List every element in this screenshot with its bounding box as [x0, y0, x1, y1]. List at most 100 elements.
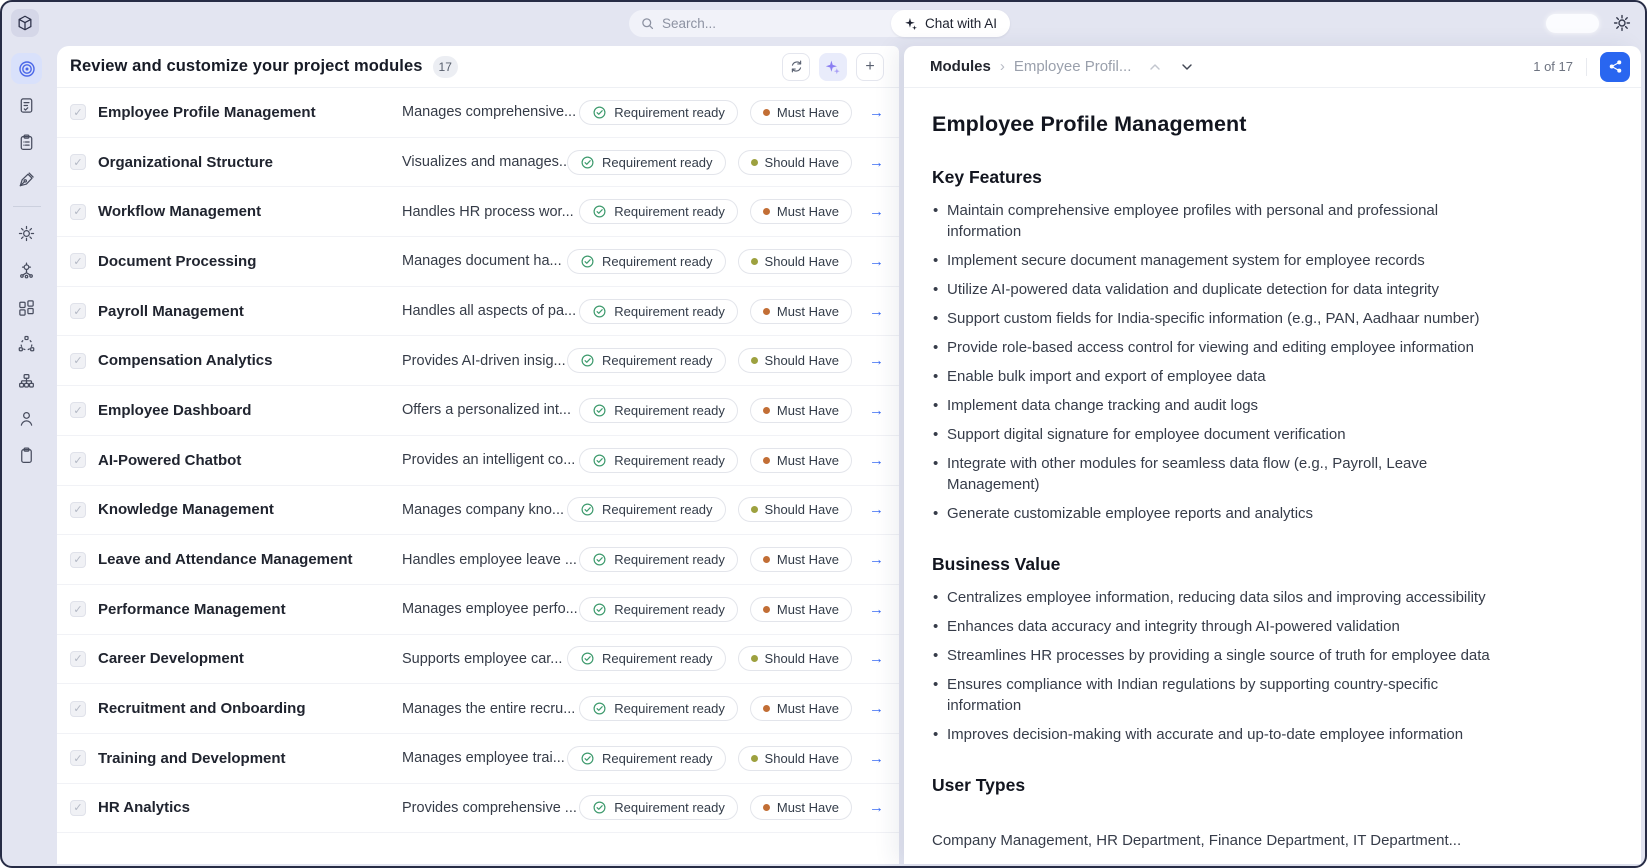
module-checkbox[interactable]: ✓ — [70, 104, 86, 121]
value-item: Streamlines HR processes by providing a … — [932, 645, 1572, 666]
nav-design[interactable] — [11, 164, 42, 195]
status-label: Requirement ready — [614, 303, 725, 319]
module-checkbox[interactable]: ✓ — [70, 154, 86, 171]
share-button[interactable] — [1600, 51, 1630, 82]
nav-modules[interactable] — [11, 292, 42, 323]
priority-dot-icon — [762, 307, 770, 315]
module-name: Career Development — [98, 650, 244, 668]
nav-ai-automation[interactable] — [11, 255, 42, 286]
open-module-arrow-icon[interactable]: → — [869, 501, 884, 518]
module-checkbox[interactable]: ✓ — [70, 402, 86, 419]
module-row[interactable]: ✓ Recruitment and Onboarding Manages the… — [57, 684, 899, 734]
status-label: Requirement ready — [601, 353, 713, 369]
priority-label: Must Have — [776, 601, 839, 617]
module-checkbox[interactable]: ✓ — [70, 452, 86, 469]
status-badge: Requirement ready — [579, 397, 738, 423]
add-module-button[interactable]: + — [856, 52, 884, 81]
open-module-arrow-icon[interactable]: → — [869, 551, 884, 568]
check-circle-icon — [592, 552, 607, 567]
prev-module-button[interactable] — [1147, 59, 1163, 75]
check-circle-icon — [580, 502, 595, 517]
chat-with-ai-button[interactable]: Chat with AI — [890, 10, 1010, 37]
status-label: Requirement ready — [601, 502, 713, 518]
checkbox-check-icon: ✓ — [73, 653, 83, 666]
refresh-button[interactable] — [782, 52, 810, 81]
task-clipboard-icon — [17, 133, 36, 152]
module-description: Handles all aspects of pa... — [402, 303, 577, 320]
module-checkbox[interactable]: ✓ — [70, 253, 86, 270]
module-checkbox[interactable]: ✓ — [70, 551, 86, 568]
status-label: Requirement ready — [614, 701, 725, 717]
module-row[interactable]: ✓ Document Processing Manages document h… — [57, 237, 899, 287]
module-row[interactable]: ✓ Employee Dashboard Offers a personaliz… — [57, 386, 899, 436]
module-row[interactable]: ✓ Compensation Analytics Provides AI-dri… — [57, 336, 899, 387]
module-checkbox[interactable]: ✓ — [70, 700, 86, 717]
nav-deploy[interactable] — [11, 329, 42, 360]
ai-generate-button[interactable] — [819, 52, 847, 81]
check-circle-icon — [592, 602, 607, 617]
user-icon — [17, 409, 36, 428]
nav-target[interactable] — [11, 53, 42, 84]
module-name: Recruitment and Onboarding — [98, 700, 306, 718]
detail-body: Employee Profile Management Key Features… — [904, 88, 1641, 864]
module-checkbox[interactable]: ✓ — [70, 750, 86, 767]
open-module-arrow-icon[interactable]: → — [869, 154, 884, 171]
module-row[interactable]: ✓ Employee Profile Management Manages co… — [57, 88, 899, 138]
module-row[interactable]: ✓ Training and Development Manages emplo… — [57, 733, 899, 784]
open-module-arrow-icon[interactable]: → — [869, 799, 884, 816]
module-row[interactable]: ✓ HR Analytics Provides comprehensive ..… — [57, 783, 899, 834]
open-module-arrow-icon[interactable]: → — [869, 601, 884, 618]
module-row[interactable]: ✓ Leave and Attendance Management Handle… — [57, 535, 899, 585]
module-row[interactable]: ✓ AI-Powered Chatbot Provides an intelli… — [57, 435, 899, 486]
open-module-arrow-icon[interactable]: → — [869, 352, 884, 369]
status-label: Requirement ready — [614, 452, 725, 468]
breadcrumb-modules[interactable]: Modules — [930, 58, 991, 75]
module-checkbox[interactable]: ✓ — [70, 601, 86, 618]
open-module-arrow-icon[interactable]: → — [869, 650, 884, 667]
module-row[interactable]: ✓ Payroll Management Handles all aspects… — [57, 286, 899, 337]
nav-tasks[interactable] — [11, 127, 42, 158]
open-module-arrow-icon[interactable]: → — [869, 402, 884, 419]
open-module-arrow-icon[interactable]: → — [869, 253, 884, 270]
status-label: Requirement ready — [601, 253, 713, 269]
nav-requirements[interactable] — [11, 90, 42, 121]
module-checkbox[interactable]: ✓ — [70, 303, 86, 320]
module-checkbox[interactable]: ✓ — [70, 203, 86, 220]
nav-settings[interactable] — [11, 218, 42, 249]
nav-users[interactable] — [11, 403, 42, 434]
priority-label: Should Have — [764, 750, 839, 766]
open-module-arrow-icon[interactable]: → — [869, 203, 884, 220]
module-detail-panel: Modules › Employee Profil... 1 of 17 Emp… — [904, 46, 1641, 864]
module-name: Knowledge Management — [98, 501, 274, 519]
module-row[interactable]: ✓ Performance Management Manages employe… — [57, 584, 899, 635]
nav-notes[interactable] — [11, 440, 42, 471]
open-module-arrow-icon[interactable]: → — [869, 750, 884, 767]
module-row[interactable]: ✓ Knowledge Management Manages company k… — [57, 485, 899, 536]
module-name: Payroll Management — [98, 302, 244, 320]
module-checkbox[interactable]: ✓ — [70, 799, 86, 816]
plus-icon: + — [865, 57, 875, 75]
open-module-arrow-icon[interactable]: → — [869, 452, 884, 469]
priority-label: Must Have — [776, 204, 839, 220]
checkbox-check-icon: ✓ — [73, 703, 83, 716]
search-input[interactable] — [662, 16, 852, 31]
module-row[interactable]: ✓ Workflow Management Handles HR process… — [57, 187, 899, 238]
nav-org-structure[interactable] — [11, 366, 42, 397]
module-checkbox[interactable]: ✓ — [70, 650, 86, 667]
next-module-button[interactable] — [1179, 59, 1195, 75]
open-module-arrow-icon[interactable]: → — [869, 104, 884, 121]
business-value-list: Centralizes employee information, reduci… — [932, 587, 1572, 745]
settings-gear-button[interactable] — [1612, 13, 1632, 33]
module-checkbox[interactable]: ✓ — [70, 501, 86, 518]
check-circle-icon — [592, 800, 607, 815]
module-row[interactable]: ✓ Organizational Structure Visualizes an… — [57, 137, 899, 188]
topbar: Chat with AI — [2, 2, 1645, 44]
app-logo-button[interactable] — [11, 9, 39, 37]
module-name: Document Processing — [98, 252, 257, 270]
module-row[interactable]: ✓ Career Development Supports employee c… — [57, 634, 899, 685]
priority-dot-icon — [762, 605, 770, 613]
open-module-arrow-icon[interactable]: → — [869, 303, 884, 320]
usage-indicator[interactable] — [1546, 13, 1599, 33]
module-checkbox[interactable]: ✓ — [70, 352, 86, 369]
open-module-arrow-icon[interactable]: → — [869, 700, 884, 717]
